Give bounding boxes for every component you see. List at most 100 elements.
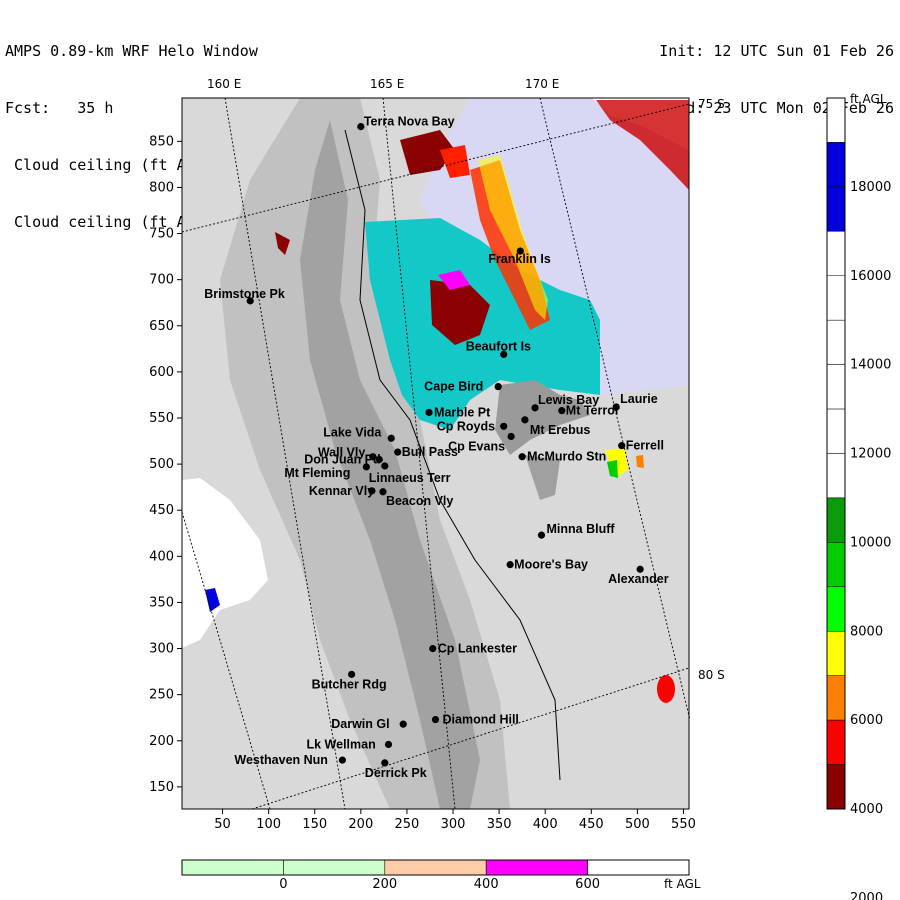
y-tick-label: 750: [149, 227, 174, 242]
station-dot-mcmurdo-stn: [518, 453, 526, 461]
colorbar-right-label: 8000: [850, 624, 883, 639]
x-tick-label: 400: [533, 817, 558, 832]
y-tick-label: 650: [149, 319, 174, 334]
map-figure: 50 100 150 200 250 300 350 400 450 500 550 850 800 7…: [149, 97, 891, 900]
x-tick-label: 250: [395, 817, 420, 832]
colorbar-right-swatch: [826, 719, 846, 765]
colorbar-right-swatch: [826, 764, 846, 810]
colorbar-right-label: 4000: [850, 802, 883, 817]
colorbar-bottom-unit: ft AGL: [664, 877, 701, 891]
x-tick-label: 500: [625, 817, 650, 832]
station-dot-diamond-hill: [431, 715, 440, 724]
colorbar-right-swatch: [826, 319, 846, 365]
station-label-mt-terror: Mt Terror: [566, 404, 620, 418]
station-label-cp-lankester: Cp Lankester: [438, 642, 517, 656]
station-label-beacon-vly: Beacon Vly: [386, 494, 453, 508]
colorbar-bottom-swatch: [587, 859, 690, 876]
station-label-moore-s-bay: Moore's Bay: [514, 558, 588, 572]
station-dot-marble-pt: [425, 408, 433, 417]
y-tick-label: 450: [149, 503, 174, 518]
colorbar-right-label: 18000: [850, 180, 891, 195]
station-label-bull-pass: Bull Pass: [402, 445, 458, 459]
colorbar-right-swatch: [826, 231, 846, 276]
y-tick-label: 400: [149, 549, 174, 564]
colorbar-bottom-label: 600: [575, 877, 600, 892]
x-tick-label: 350: [487, 817, 512, 832]
colorbar-right-swatch: [826, 275, 846, 321]
colorbar-right-swatch: [826, 142, 846, 188]
y-tick-label: 700: [149, 273, 174, 288]
colorbar-bottom-swatch: [485, 859, 588, 876]
x-tick-label: 150: [302, 817, 327, 832]
station-label-minna-bluff: Minna Bluff: [547, 522, 616, 536]
station-dot-darwin-gl: [399, 720, 407, 728]
station-label-ferrell: Ferrell: [626, 439, 664, 453]
x-tick-label: 100: [256, 817, 281, 832]
y-tick-label: 300: [149, 642, 174, 657]
station-dot-cp-royds: [500, 422, 508, 430]
station-label-darwin-gl: Darwin Gl: [331, 717, 389, 731]
cloud-east-80s: [657, 675, 675, 703]
station-dot-cape-bird: [494, 383, 502, 391]
colorbar-right-swatch: [826, 364, 846, 410]
y-tick-label: 200: [149, 734, 174, 749]
station-dot-mt-terror: [558, 407, 566, 415]
x-tick-label: 300: [441, 817, 466, 832]
colorbar-right-label: 6000: [850, 713, 883, 728]
colorbar-right-swatch: [826, 497, 846, 543]
station-label-linnaeus-terr: Linnaeus Terr: [369, 471, 451, 485]
colorbar-right-swatch: [826, 453, 846, 499]
station-label-derrick-pk: Derrick Pk: [365, 766, 427, 780]
x-tick-label: 50: [214, 817, 231, 832]
station-label-diamond-hill: Diamond Hill: [443, 713, 519, 727]
station-label-beaufort-is: Beaufort Is: [466, 339, 531, 353]
colorbar-bottom: 0 200 400 600: [181, 859, 690, 892]
station-label-terra-nova-bay: Terra Nova Bay: [364, 115, 455, 129]
station-dot-westhaven-nun: [338, 756, 346, 764]
station-dot-minna-bluff: [537, 531, 546, 539]
station-dot-mt-fleming: [362, 463, 370, 471]
station-dot-moore-s-bay: [506, 561, 514, 569]
colorbar-right-swatch: [826, 408, 846, 454]
station-dot-lk-wellman: [384, 740, 393, 749]
colorbar-right-label: 10000: [850, 535, 891, 550]
colorbar-bottom-swatch: [283, 859, 386, 876]
station-label-mt-erebus: Mt Erebus: [530, 423, 590, 437]
station-label-butcher-rdg: Butcher Rdg: [312, 677, 387, 691]
colorbar-right-unit: ft AGL: [850, 92, 887, 106]
colorbar-bottom-swatch: [181, 859, 284, 876]
colorbar-right-swatch: [826, 186, 846, 232]
station-dot-ferrell: [618, 442, 626, 450]
y-tick-label: 800: [149, 180, 174, 195]
station-dot-cp-lankester: [429, 644, 437, 653]
station-dot-laurie: [612, 403, 620, 411]
y-tick-label: 550: [149, 411, 174, 426]
colorbar-bottom-label: 200: [372, 877, 397, 892]
colorbar-right-label: 2000: [850, 891, 883, 900]
y-tick-label: 350: [149, 595, 174, 610]
colorbar-bottom-swatch: [384, 859, 487, 876]
y-tick-label: 850: [149, 134, 174, 149]
station-label-mt-fleming: Mt Fleming: [284, 466, 350, 480]
colorbar-right-label: 14000: [850, 358, 891, 373]
station-dot-cp-evans: [507, 432, 515, 441]
colorbar-right-swatch: [826, 586, 846, 632]
colorbar-bottom-label: 400: [474, 877, 499, 892]
y-tick-label: 500: [149, 457, 174, 472]
station-dot-bull-pass: [394, 448, 402, 456]
colorbar-right-swatch: [826, 675, 846, 721]
station-label-laurie: Laurie: [620, 392, 658, 406]
cloud-ferrell-orange: [636, 455, 644, 468]
station-dot-lake-vida: [387, 434, 395, 442]
y-axis: 850 800 750 700 650 600 550 500 450 400 350 300 250 2…: [149, 134, 182, 795]
station-label-marble-pt: Marble Pt: [434, 405, 491, 419]
y-tick-label: 250: [149, 688, 174, 703]
station-label-brimstone-pk: Brimstone Pk: [204, 287, 285, 301]
colorbar-right-swatch: [826, 97, 846, 143]
y-tick-label: 600: [149, 365, 174, 380]
station-label-cape-bird: Cape Bird: [424, 380, 483, 394]
colorbar-bottom-label: 0: [279, 877, 287, 892]
station-label-westhaven-nun: Westhaven Nun: [234, 753, 328, 767]
x-axis: 50 100 150 200 250 300 350 400 450 500 550: [214, 809, 696, 832]
x-tick-label: 200: [348, 817, 373, 832]
